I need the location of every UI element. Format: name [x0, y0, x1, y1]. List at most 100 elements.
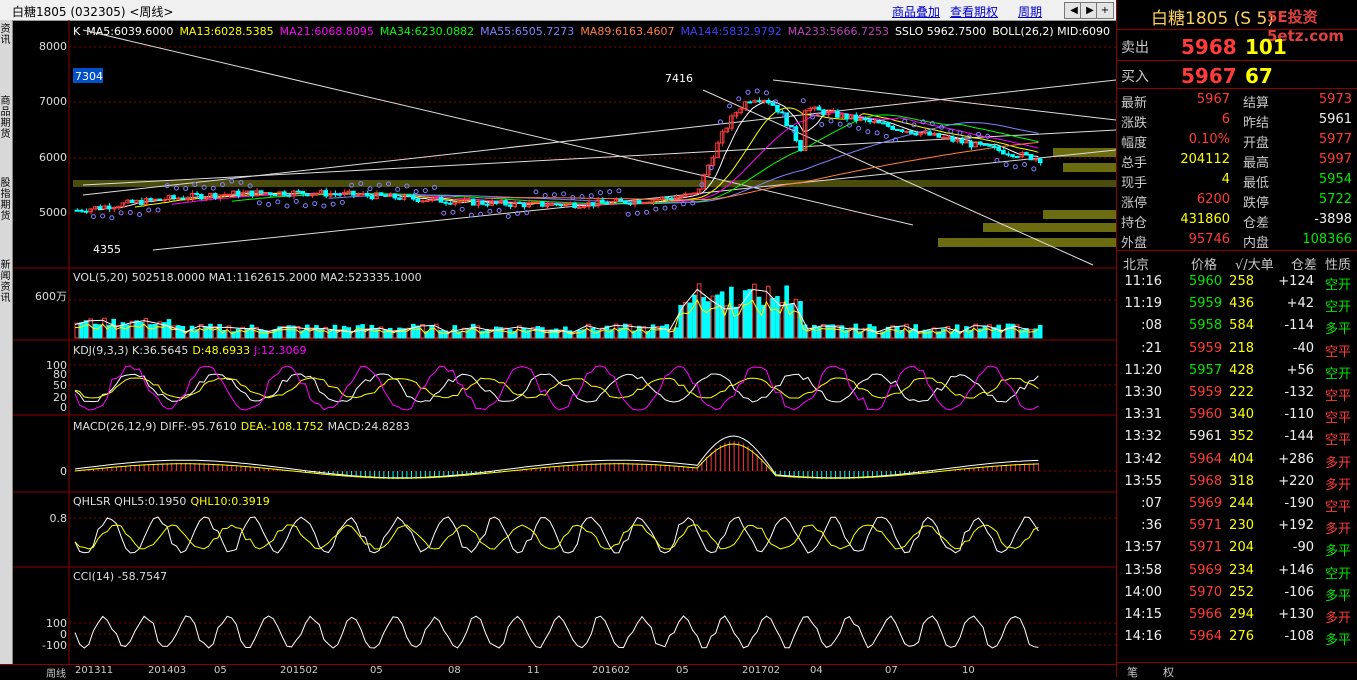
- sar-dot: [312, 201, 318, 207]
- ma-line: [171, 112, 1039, 206]
- candle-body: [908, 130, 914, 134]
- candle-body: [521, 202, 527, 208]
- date-tick: 07: [885, 665, 898, 676]
- volume-bar: [461, 327, 467, 339]
- kdj-legend: KDJ(9,3,3) K:36.5645 D:48.6933 J:12.3069: [73, 344, 307, 357]
- date-tick: 201702: [742, 665, 781, 676]
- volume-bar: [410, 323, 416, 339]
- tick-volume: 204: [1229, 540, 1254, 556]
- volume-bar: [314, 325, 319, 339]
- view-options-link[interactable]: 查看期权: [950, 3, 998, 20]
- cycle-label[interactable]: 周线: [46, 665, 66, 680]
- indicator-legend-item: MA21:6068.8095: [280, 25, 374, 38]
- zoom-in-icon[interactable]: +: [1096, 2, 1114, 19]
- tick-price: 5959: [1189, 340, 1223, 356]
- candle-body: [397, 197, 402, 200]
- tick-row: 13:57 5971 204 -90 多平: [1117, 538, 1357, 559]
- tick-time: 13:57: [1124, 540, 1162, 556]
- indicator-legend-item: K: [73, 25, 81, 38]
- side-tab-news-info[interactable]: 新闻资讯: [0, 260, 11, 316]
- candle-body: [97, 206, 103, 210]
- sar-dot: [533, 189, 539, 195]
- sar-dot: [717, 119, 723, 125]
- tick-position-diff: -106: [1284, 584, 1314, 600]
- volume-bar: [152, 324, 158, 339]
- sar-dot: [146, 207, 152, 213]
- tab-rights[interactable]: 权: [1163, 664, 1174, 680]
- stat-label: 仓差: [1243, 216, 1270, 231]
- tick-position-diff: -40: [1292, 340, 1314, 356]
- volume-bar: [752, 283, 757, 339]
- sar-dots: [90, 88, 1037, 221]
- candle-body: [286, 194, 292, 197]
- stat-value: 4: [1221, 172, 1230, 187]
- period-link[interactable]: 周期: [1018, 3, 1042, 20]
- sar-dot: [745, 89, 751, 95]
- volume-bar: [650, 324, 656, 339]
- tick-row: :07 5969 244 -190 空平: [1117, 494, 1357, 515]
- tick-time: 13:31: [1124, 407, 1162, 423]
- low-price-label: 4355: [93, 243, 121, 256]
- qhlsr-legend: QHLSR QHL5:0.1950 QHL10:0.3919: [73, 495, 270, 508]
- candle-body: [410, 195, 416, 200]
- tick-price: 5959: [1189, 296, 1223, 312]
- volume-bar: [636, 325, 642, 339]
- volume-bar: [493, 326, 499, 339]
- quote-stat-row: 总手 204112 最高 5997: [1117, 150, 1357, 171]
- kdj-y-axis: 100 80 50 20 0: [46, 359, 67, 414]
- tick-position-diff: -90: [1292, 540, 1314, 556]
- sell-row: 卖出 5968 101: [1121, 35, 1287, 59]
- tick-position-diff: +146: [1278, 562, 1314, 578]
- date-tick: 201602: [592, 665, 631, 676]
- tick-position-diff: -190: [1284, 496, 1314, 511]
- side-tab-commodity-futures[interactable]: 商品期货: [0, 96, 11, 152]
- tick-nature: 空开: [1325, 366, 1352, 382]
- volume-bar: [1019, 329, 1025, 339]
- tick-price: 5971: [1189, 540, 1223, 556]
- date-tick: 08: [448, 665, 461, 676]
- tick-nature: 空平: [1325, 411, 1352, 427]
- stat-value: 204112: [1180, 152, 1230, 167]
- tick-row: 13:58 5969 234 +146 空开: [1117, 561, 1357, 582]
- quote-stat-row: 持仓 431860 仓差 -3898: [1117, 210, 1357, 231]
- tick-volume: 436: [1229, 296, 1254, 312]
- tick-volume: 404: [1229, 451, 1254, 467]
- tick-price: 5958: [1189, 318, 1223, 334]
- volume-bar: [258, 329, 264, 339]
- kline-chart[interactable]: K MA5:6039.6000 MA13:6028.5385 MA21:6068.80…: [13, 20, 1116, 664]
- candle-body: [987, 143, 992, 147]
- volume-bar: [733, 306, 739, 339]
- candle-body: [83, 210, 89, 213]
- side-tab-index-futures[interactable]: 股指期货: [0, 178, 11, 234]
- stat-label: 现手: [1121, 176, 1148, 191]
- overlay-commodity-link[interactable]: 商品叠加: [892, 3, 940, 20]
- volume-bar: [438, 330, 444, 339]
- volume-bar: [304, 324, 310, 339]
- sar-dot: [653, 206, 659, 212]
- candle-body: [74, 209, 80, 212]
- volume-bar: [521, 327, 527, 339]
- tick-position-diff: -132: [1284, 385, 1314, 400]
- macd-y-tick: 0: [60, 465, 67, 478]
- tick-volume: 318: [1229, 473, 1254, 489]
- volume-bar: [134, 320, 140, 339]
- sar-dot: [865, 129, 871, 135]
- tick-price: 5969: [1189, 562, 1223, 578]
- tick-time: 13:55: [1124, 473, 1162, 489]
- tick-row: :36 5971 230 +192 多开: [1117, 516, 1357, 537]
- candle-body: [304, 193, 310, 197]
- tab-ticks[interactable]: 笔: [1127, 664, 1138, 680]
- side-tab-news[interactable]: 资讯: [0, 24, 11, 80]
- candle-body: [669, 197, 674, 200]
- volume-bar: [397, 327, 402, 339]
- tick-time: 14:00: [1124, 584, 1162, 600]
- sell-price: 5968: [1181, 35, 1237, 59]
- date-tick: 201311: [75, 665, 114, 676]
- candle-body: [378, 192, 384, 196]
- date-tick: 04: [810, 665, 823, 676]
- stat-value: 5954: [1318, 172, 1352, 187]
- tick-volume: 276: [1229, 629, 1254, 645]
- sar-dot: [266, 202, 272, 208]
- candle-body: [355, 194, 361, 197]
- candle-body: [572, 202, 577, 208]
